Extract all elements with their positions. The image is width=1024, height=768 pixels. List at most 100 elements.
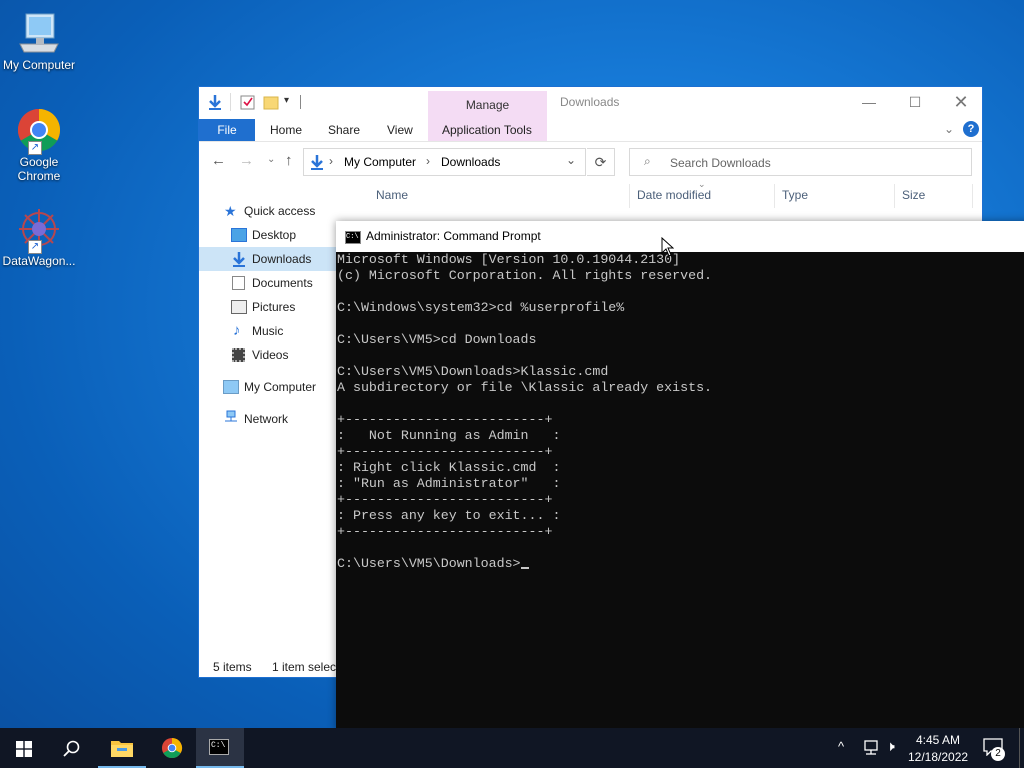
desktop-folder-icon: [231, 228, 247, 242]
tab-share[interactable]: Share: [328, 119, 360, 141]
taskbar-search-button[interactable]: [48, 728, 96, 768]
console-line: : "Run as Administrator" :: [337, 476, 561, 491]
download-arrow-icon: [309, 154, 325, 173]
console-icon: C:\: [209, 739, 229, 755]
chevron-down-icon[interactable]: ⌄: [944, 122, 954, 136]
desktop-icon-label: Google Chrome: [17, 155, 61, 183]
taskbar-command-prompt[interactable]: C:\: [196, 728, 244, 768]
computer-icon: [16, 10, 62, 56]
download-arrow-icon: [231, 251, 247, 267]
console-line: (c) Microsoft Corporation. All rights re…: [337, 268, 713, 283]
breadcrumb-separator-icon: ›: [426, 154, 430, 168]
windows-logo-icon: [16, 741, 32, 757]
help-icon[interactable]: ?: [963, 121, 979, 137]
music-icon: ♪: [233, 322, 241, 339]
shortcut-arrow-icon: ↗: [28, 240, 42, 254]
column-header-name[interactable]: Name: [376, 188, 408, 202]
console-line: Microsoft Windows [Version 10.0.19044.21…: [337, 252, 681, 267]
ribbon-tabs: File Home Share View Application Tools ⌄…: [199, 119, 982, 142]
tab-file[interactable]: File: [199, 119, 255, 141]
download-arrow-icon[interactable]: [207, 94, 223, 113]
taskbar-file-explorer[interactable]: [98, 728, 146, 768]
back-arrow-icon[interactable]: ←: [211, 152, 226, 169]
videos-icon: [232, 348, 245, 362]
column-header-type[interactable]: Type: [782, 188, 808, 202]
clock-time[interactable]: 4:45 AM: [908, 733, 968, 747]
recent-locations-icon[interactable]: ⌄: [267, 154, 275, 165]
documents-icon: [232, 276, 245, 290]
console-line: : Press any key to exit... :: [337, 508, 561, 523]
cmd-window-title: Administrator: Command Prompt: [366, 229, 541, 243]
mouse-pointer-icon: [661, 237, 674, 257]
clock-date[interactable]: 12/18/2022: [908, 750, 968, 764]
search-icon: ⌕: [644, 154, 651, 168]
nav-documents[interactable]: Documents: [199, 271, 336, 295]
tab-home[interactable]: Home: [270, 119, 302, 141]
desktop-icon-chrome[interactable]: ↗ Google Chrome: [0, 107, 78, 183]
nav-pictures[interactable]: Pictures: [199, 295, 336, 319]
show-hidden-icons-chevron-icon[interactable]: ^: [838, 739, 844, 754]
customize-qat-icon[interactable]: ▾: [284, 95, 289, 106]
nav-desktop[interactable]: Desktop: [199, 223, 336, 247]
console-output[interactable]: Microsoft Windows [Version 10.0.19044.21…: [337, 252, 1024, 731]
nav-quick-access[interactable]: ★ Quick access: [199, 199, 336, 223]
nav-my-computer[interactable]: My Computer: [199, 375, 336, 399]
console-line: +-------------------------+: [337, 444, 553, 459]
network-icon: [223, 410, 239, 424]
breadcrumb-downloads[interactable]: Downloads: [441, 155, 500, 169]
refresh-button[interactable]: ⟳: [587, 148, 615, 176]
column-header-size[interactable]: Size: [902, 188, 925, 202]
address-dropdown-icon[interactable]: ⌄: [566, 153, 576, 167]
desktop-icon-label: DataWagon...: [2, 254, 76, 268]
status-selection: 1 item select: [272, 660, 340, 674]
nav-videos[interactable]: Videos: [199, 343, 336, 367]
address-bar[interactable]: › My Computer › Downloads ⌄: [303, 148, 586, 176]
shortcut-arrow-icon: ↗: [28, 141, 42, 155]
console-line: C:\Users\VM5\Downloads>Klassic.cmd: [337, 364, 609, 379]
console-line: C:\Windows\system32>cd %userprofile%: [337, 300, 625, 315]
console-line: +-------------------------+: [337, 412, 553, 427]
taskbar: C:\ ^ 🕨 4:45 AM 12/18/2022 2: [0, 728, 1024, 768]
network-status-icon[interactable]: [862, 740, 880, 759]
nav-music[interactable]: ♪ Music: [199, 319, 336, 343]
desktop-icon-label: My Computer: [2, 58, 76, 72]
volume-icon[interactable]: 🕨: [886, 738, 895, 755]
text-cursor: [520, 567, 529, 569]
search-icon: [63, 740, 80, 757]
star-icon: ★: [224, 203, 237, 219]
taskbar-chrome[interactable]: [148, 728, 196, 768]
console-line: C:\Users\VM5>cd Downloads: [337, 332, 537, 347]
console-prompt-line: C:\Users\VM5\Downloads>: [337, 556, 529, 572]
nav-downloads[interactable]: Downloads: [199, 247, 336, 271]
console-line: A subdirectory or file \Klassic already …: [337, 380, 713, 395]
search-input[interactable]: ⌕ Search Downloads: [629, 148, 972, 176]
computer-icon: [223, 380, 239, 394]
up-arrow-icon[interactable]: ↑: [285, 152, 293, 169]
nav-network[interactable]: Network: [199, 407, 336, 431]
window-title: Downloads: [560, 95, 620, 109]
console-line: +-------------------------+: [337, 492, 553, 507]
show-desktop-button[interactable]: [1019, 728, 1024, 768]
desktop-icon-my-computer[interactable]: My Computer: [0, 10, 78, 72]
close-button[interactable]: ✕: [938, 87, 984, 117]
status-item-count: 5 items: [213, 660, 252, 674]
console-prompt: C:\Users\VM5\Downloads>: [337, 556, 521, 571]
notification-count-badge: 2: [991, 747, 1005, 761]
console-line: : Right click Klassic.cmd :: [337, 460, 561, 475]
column-header-date-modified[interactable]: Date modified: [637, 188, 711, 202]
maximize-button[interactable]: ☐: [892, 87, 938, 117]
cmd-title-bar[interactable]: C:\ Administrator: Command Prompt: [336, 221, 1024, 252]
command-prompt-window[interactable]: C:\ Administrator: Command Prompt Micros…: [336, 221, 1024, 731]
tab-view[interactable]: View: [387, 119, 413, 141]
properties-icon[interactable]: [240, 94, 256, 113]
tab-application-tools[interactable]: Application Tools: [442, 119, 532, 141]
minimize-button[interactable]: —: [846, 87, 892, 117]
chrome-icon: [161, 737, 183, 759]
start-button[interactable]: [0, 728, 48, 768]
new-folder-icon[interactable]: [263, 94, 279, 113]
breadcrumb-my-computer[interactable]: My Computer: [344, 155, 416, 169]
chrome-icon: ↗: [16, 107, 62, 155]
forward-arrow-icon[interactable]: →: [239, 152, 254, 169]
desktop-icon-datawagon[interactable]: ↗ DataWagon...: [0, 206, 78, 268]
pictures-icon: [231, 300, 247, 314]
